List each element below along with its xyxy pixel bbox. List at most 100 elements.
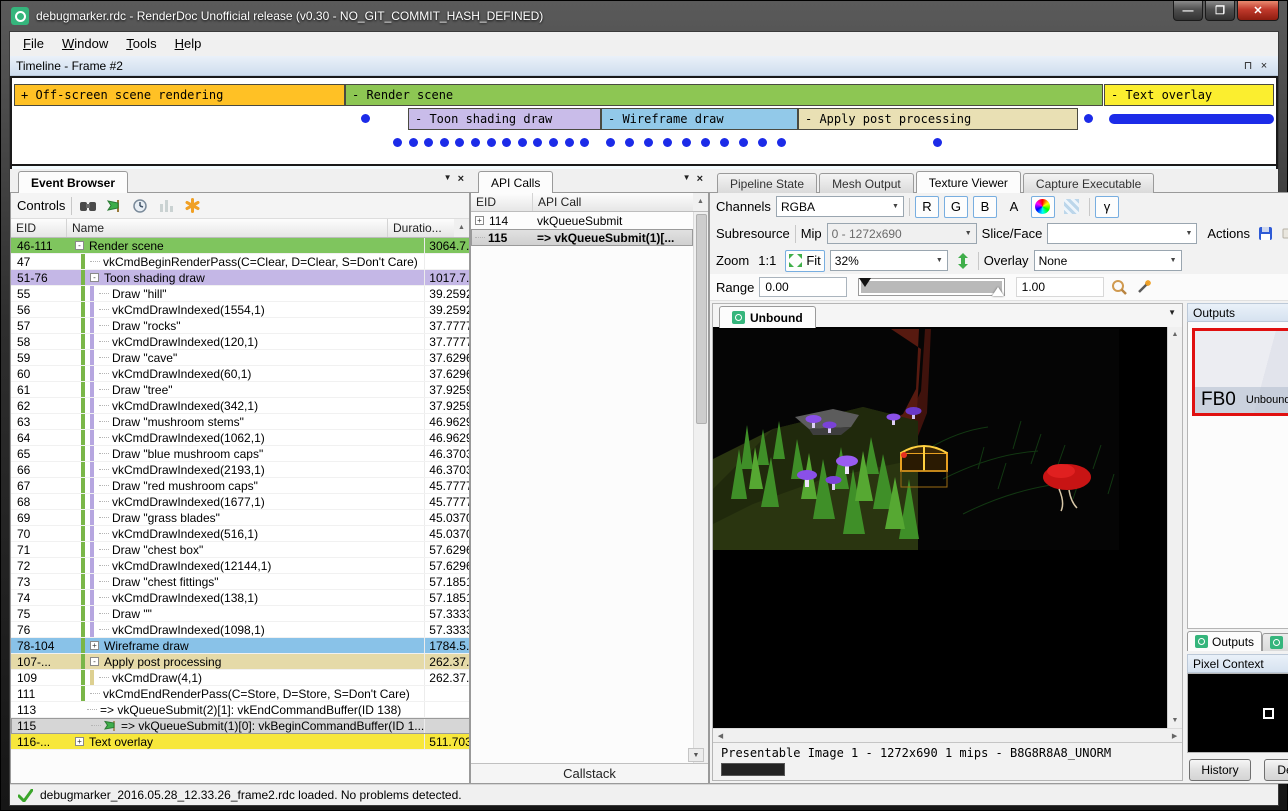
stats-icon[interactable]	[156, 196, 176, 216]
gamma-button[interactable]: γ	[1095, 196, 1119, 218]
autofit-magnifier-icon[interactable]	[1109, 277, 1129, 297]
time-draws-icon[interactable]	[130, 196, 150, 216]
callstack-section[interactable]: Callstack ▼	[471, 763, 708, 783]
mip-select[interactable]: 0 - 1272x690▼	[827, 223, 977, 244]
checkerboard-button[interactable]	[1060, 196, 1084, 218]
debug-button[interactable]: Debug	[1264, 759, 1288, 781]
events-pill[interactable]	[1109, 114, 1274, 124]
event-row[interactable]: 57Draw "rocks"37.77778	[11, 318, 469, 334]
menu-tools[interactable]: Tools	[117, 33, 165, 54]
output-fb0-thumbnail[interactable]: FB0 Unbound	[1192, 328, 1288, 416]
open-link-icon[interactable]	[1280, 224, 1288, 244]
event-row[interactable]: 66vkCmdDrawIndexed(2193,1)46.37037	[11, 462, 469, 478]
event-row[interactable]: 46-111-Render scene3064.7...	[11, 238, 469, 254]
event-dot[interactable]	[533, 138, 542, 147]
menu-window[interactable]: Window	[53, 33, 117, 54]
channel-alpha-button[interactable]: A	[1002, 196, 1026, 218]
scroll-left-icon[interactable]: ◀	[713, 728, 728, 743]
event-dot[interactable]	[682, 138, 691, 147]
event-dot[interactable]	[518, 138, 527, 147]
event-dot[interactable]	[393, 138, 402, 147]
viewport-hscrollbar[interactable]: ◀ ▶	[713, 728, 1182, 742]
event-row[interactable]: 62vkCmdDrawIndexed(342,1)37.92593	[11, 398, 469, 414]
tab-mesh-output[interactable]: Mesh Output	[819, 173, 914, 193]
close-icon[interactable]: ×	[1256, 59, 1272, 73]
event-row[interactable]: 75Draw ""57.33333	[11, 606, 469, 622]
bookmark-icon[interactable]	[182, 196, 202, 216]
overlay-select[interactable]: None▼	[1034, 250, 1182, 271]
wand-icon[interactable]	[1134, 277, 1154, 297]
event-row[interactable]: 63Draw "mushroom stems"46.96296	[11, 414, 469, 430]
jump-to-event-icon[interactable]	[104, 196, 124, 216]
pixel-context-header[interactable]: Pixel Context ⊓	[1187, 654, 1288, 673]
channel-red-button[interactable]: R	[915, 196, 939, 218]
api-calls-header[interactable]: EID API Call ▲	[471, 193, 708, 212]
tab-inputs[interactable]: Inputs	[1262, 633, 1288, 651]
tab-api-calls[interactable]: API Calls	[478, 171, 553, 193]
history-button[interactable]: History	[1189, 759, 1251, 781]
scroll-right-icon[interactable]: ▶	[1167, 728, 1182, 743]
viewport-vscrollbar[interactable]: ▲ ▼	[1167, 327, 1182, 728]
event-row[interactable]: 65Draw "blue mushroom caps"46.37037	[11, 446, 469, 462]
channel-green-button[interactable]: G	[944, 196, 968, 218]
event-dot[interactable]	[777, 138, 786, 147]
zoom-select[interactable]: 32%▼	[830, 250, 948, 271]
tab-texture-viewer[interactable]: Texture Viewer	[916, 171, 1021, 193]
timeline-canvas[interactable]: + Off-screen scene rendering- Render sce…	[10, 76, 1278, 164]
event-row[interactable]: 116-...+Text overlay511.7037	[11, 734, 469, 750]
event-row[interactable]: 47vkCmdBeginRenderPass(C=Clear, D=Clear,…	[11, 254, 469, 270]
expander-icon[interactable]: +	[90, 641, 99, 650]
event-dot[interactable]	[663, 138, 672, 147]
timeline-marker-bar[interactable]: - Toon shading draw	[408, 108, 601, 130]
event-row[interactable]: 78-104+Wireframe draw1784.5...	[11, 638, 469, 654]
expander-icon[interactable]: -	[90, 657, 99, 666]
scroll-up-icon[interactable]: ▲	[693, 193, 708, 211]
timeline-marker-bar[interactable]: - Render scene	[345, 84, 1103, 106]
range-min-handle[interactable]	[859, 278, 871, 287]
event-dot[interactable]	[580, 138, 589, 147]
event-row[interactable]: 55Draw "hill"39.25926	[11, 286, 469, 302]
event-dot[interactable]	[502, 138, 511, 147]
channel-blue-button[interactable]: B	[973, 196, 997, 218]
event-row[interactable]: 67Draw "red mushroom caps"45.77778	[11, 478, 469, 494]
event-dot[interactable]	[701, 138, 710, 147]
event-dot[interactable]	[487, 138, 496, 147]
timeline-title-bar[interactable]: Timeline - Frame #2 ⊓ ×	[10, 56, 1278, 76]
expander-icon[interactable]: -	[75, 241, 84, 250]
api-call-row[interactable]: 115=> vkQueueSubmit(1)[...	[471, 229, 693, 246]
color-wheel-button[interactable]	[1031, 196, 1055, 218]
close-icon[interactable]: ×	[458, 173, 464, 185]
event-row[interactable]: 59Draw "cave"37.62963	[11, 350, 469, 366]
event-dot[interactable]	[440, 138, 449, 147]
scroll-down-icon[interactable]: ▼	[1168, 713, 1183, 728]
timeline-marker-bar[interactable]: + Off-screen scene rendering	[14, 84, 345, 106]
title-bar[interactable]: debugmarker.rdc - RenderDoc Unofficial r…	[1, 1, 1287, 31]
texture-viewport[interactable]: ▲ ▼	[713, 327, 1182, 728]
event-dot[interactable]	[644, 138, 653, 147]
chevron-down-icon[interactable]: ▼	[1168, 308, 1176, 317]
event-dot[interactable]	[565, 138, 574, 147]
event-row[interactable]: 76vkCmdDrawIndexed(1098,1)57.33333	[11, 622, 469, 638]
api-calls-scrollbar[interactable]: ▼	[693, 212, 708, 763]
expander-icon[interactable]: +	[75, 737, 84, 746]
timeline-marker-bar[interactable]: - Wireframe draw	[601, 108, 798, 130]
scroll-up-icon[interactable]: ▲	[454, 219, 469, 237]
outputs-header[interactable]: Outputs ⊓	[1187, 303, 1288, 322]
event-dot[interactable]	[739, 138, 748, 147]
event-row[interactable]: 107-...-Apply post processing262.37...	[11, 654, 469, 670]
menu-file[interactable]: File	[14, 33, 53, 54]
event-dot[interactable]	[758, 138, 767, 147]
chevron-down-icon[interactable]: ▼	[444, 173, 452, 185]
chevron-down-icon[interactable]: ▼	[683, 173, 691, 185]
collapse-icon[interactable]: ▼	[688, 748, 704, 762]
event-row[interactable]: 70vkCmdDrawIndexed(516,1)45.03704	[11, 526, 469, 542]
pixel-context-view[interactable]	[1187, 673, 1288, 753]
event-row[interactable]: 58vkCmdDrawIndexed(120,1)37.77778	[11, 334, 469, 350]
find-icon[interactable]	[78, 196, 98, 216]
event-dot[interactable]	[424, 138, 433, 147]
event-row[interactable]: 109vkCmdDraw(4,1)262.37...	[11, 670, 469, 686]
event-dot[interactable]	[361, 114, 370, 123]
timeline-marker-bar[interactable]: - Text overlay	[1104, 84, 1274, 106]
event-row[interactable]: 115=> vkQueueSubmit(1)[0]: vkBeginComman…	[11, 718, 469, 734]
event-row[interactable]: 51-76-Toon shading draw1017.7...	[11, 270, 469, 286]
